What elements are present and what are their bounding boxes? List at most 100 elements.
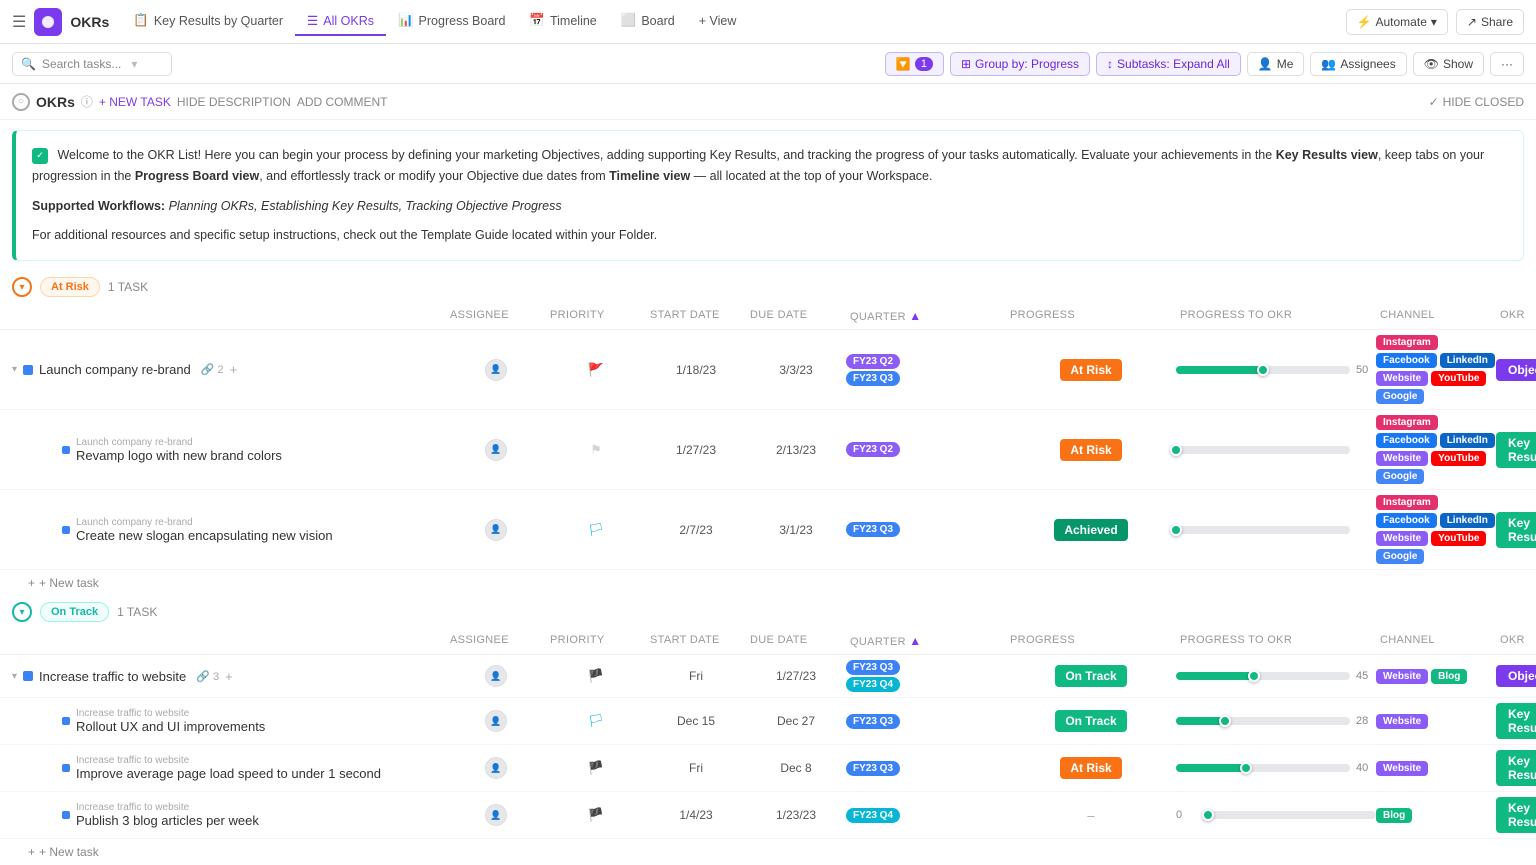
- task-main-name[interactable]: Launch company re-brand: [39, 362, 191, 377]
- status-badge: –: [1087, 808, 1094, 823]
- due-date-cell: 2/13/23: [746, 443, 846, 457]
- priority-icon[interactable]: 🏳: [588, 522, 605, 538]
- okr-type-badge: Objective: [1496, 665, 1536, 687]
- show-icon: 👁: [1424, 57, 1439, 71]
- channel-cell: WebsiteBlog: [1376, 669, 1496, 684]
- tab-add-view[interactable]: + View: [687, 7, 749, 36]
- group-toggle-at-risk[interactable]: ▾: [12, 277, 32, 297]
- menu-icon[interactable]: ☰: [12, 12, 26, 32]
- quarter-cell: FY23 Q3: [846, 522, 1006, 537]
- table-row[interactable]: ▾ Increase traffic to website 🔗 3 + 👤 🏴 …: [0, 655, 1536, 698]
- progress-bar-cell: [1176, 526, 1376, 534]
- progress-cell: Achieved: [1006, 519, 1176, 541]
- hide-description-button[interactable]: HIDE DESCRIPTION: [177, 95, 291, 109]
- add-comment-button[interactable]: ADD COMMENT: [297, 95, 388, 109]
- table-row[interactable]: ▾ Launch company re-brand 🔗 2 + 👤 🚩 1/18…: [0, 330, 1536, 410]
- task-main-name[interactable]: Increase traffic to website: [39, 669, 186, 684]
- task-dot: [62, 446, 70, 454]
- add-subtask-button[interactable]: +: [230, 362, 238, 377]
- assignees-icon: 👥: [1321, 57, 1336, 71]
- priority-icon[interactable]: 🏴: [588, 668, 604, 684]
- add-subtask-button[interactable]: +: [225, 669, 233, 684]
- task-main-name[interactable]: Publish 3 blog articles per week: [76, 813, 259, 828]
- filter-chip[interactable]: 🔽 1: [885, 52, 944, 76]
- progress-bar: [1176, 672, 1350, 680]
- col-start-date: START DATE: [646, 307, 746, 325]
- more-options[interactable]: ···: [1490, 52, 1524, 76]
- add-task-button[interactable]: + + New task: [0, 839, 1536, 865]
- table-row[interactable]: Increase traffic to website Publish 3 bl…: [0, 792, 1536, 839]
- hide-closed-button[interactable]: ✓ HIDE CLOSED: [1429, 95, 1524, 109]
- assignee-cell: 👤: [446, 439, 546, 461]
- me-chip[interactable]: 👤 Me: [1247, 52, 1305, 76]
- priority-cell: ⚑: [546, 442, 646, 458]
- new-task-button[interactable]: + NEW TASK: [99, 95, 171, 109]
- table-row[interactable]: Increase traffic to website Improve aver…: [0, 745, 1536, 792]
- progress-bar: [1202, 811, 1376, 819]
- quarter-badge: FY23 Q2: [846, 442, 900, 457]
- due-date-cell: 1/23/23: [746, 808, 846, 822]
- desc-intro: ✓ Welcome to the OKR List! Here you can …: [32, 145, 1507, 188]
- show-chip[interactable]: 👁 Show: [1413, 52, 1484, 76]
- col-task: [12, 632, 446, 650]
- tab-key-results[interactable]: 📋 Key Results by Quarter: [121, 7, 295, 36]
- task-parent-label: Increase traffic to website: [76, 708, 265, 719]
- quarter-badge: FY23 Q3: [846, 761, 900, 776]
- table-root: ▾ At Risk 1 TASK ASSIGNEE PRIORITY START…: [0, 271, 1536, 865]
- tab-board[interactable]: ⬜ Board: [609, 7, 687, 36]
- col-quarter: QUARTER ▲: [846, 632, 1006, 650]
- desc-template: For additional resources and specific se…: [32, 225, 1507, 246]
- chevron-icon[interactable]: ▾: [12, 671, 17, 682]
- desc-logo-icon: ✓: [32, 148, 48, 164]
- tab-timeline[interactable]: 📅 Timeline: [517, 7, 608, 36]
- assignee-cell: 👤: [446, 359, 546, 381]
- task-main-name[interactable]: Rollout UX and UI improvements: [76, 719, 265, 734]
- col-assignee: ASSIGNEE: [446, 632, 546, 650]
- progress-bar: [1176, 526, 1350, 534]
- search-box[interactable]: 🔍 Search tasks... ▾: [12, 52, 172, 76]
- task-dot: [62, 526, 70, 534]
- task-main-name[interactable]: Revamp logo with new brand colors: [76, 448, 282, 463]
- okr-type-badge: Objective: [1496, 359, 1536, 381]
- channel-cell: InstagramFacebookLinkedInWebsiteYouTubeG…: [1376, 335, 1496, 404]
- add-task-button[interactable]: + + New task: [0, 570, 1536, 596]
- table-row[interactable]: Launch company re-brand Revamp logo with…: [0, 410, 1536, 490]
- task-main-name[interactable]: Create new slogan encapsulating new visi…: [76, 528, 333, 543]
- tab-icon: 📊: [398, 13, 414, 28]
- priority-icon[interactable]: 🏳: [588, 713, 605, 729]
- channel-tag: Google: [1376, 469, 1424, 484]
- progress-bar: [1176, 764, 1350, 772]
- priority-icon[interactable]: ⚑: [590, 442, 602, 458]
- info-icon[interactable]: ⓘ: [81, 93, 93, 110]
- assignee-cell: 👤: [446, 804, 546, 826]
- table-row[interactable]: Increase traffic to website Rollout UX a…: [0, 698, 1536, 745]
- automate-button[interactable]: ⚡ Automate ▾: [1346, 9, 1448, 35]
- subtasks-chip[interactable]: ↕ Subtasks: Expand All: [1096, 52, 1241, 76]
- col-progress: PROGRESS: [1006, 307, 1176, 325]
- tab-icon: ⬜: [621, 13, 637, 28]
- group-toggle-on-track[interactable]: ▾: [12, 602, 32, 622]
- priority-cell: 🏴: [546, 760, 646, 776]
- col-assignee: ASSIGNEE: [446, 307, 546, 325]
- share-button[interactable]: ↗ Share: [1456, 9, 1524, 35]
- task-main-name[interactable]: Improve average page load speed to under…: [76, 766, 381, 781]
- checkmark-icon: ✓: [1429, 95, 1439, 109]
- chevron-icon[interactable]: ▾: [12, 364, 17, 375]
- quarter-badge: FY23 Q4: [846, 808, 900, 823]
- plus-icon: +: [28, 845, 35, 859]
- column-headers: ASSIGNEE PRIORITY START DATE DUE DATE QU…: [0, 303, 1536, 330]
- status-badge: At Risk: [1060, 359, 1121, 381]
- col-due-date: DUE DATE: [746, 307, 846, 325]
- tab-all-okrs[interactable]: ☰ All OKRs: [295, 7, 386, 36]
- assignees-chip[interactable]: 👥 Assignees: [1310, 52, 1406, 76]
- collapse-toggle[interactable]: ○: [12, 93, 30, 111]
- priority-icon[interactable]: 🚩: [588, 362, 604, 378]
- okr-type-badge: Key Results: [1496, 512, 1536, 548]
- tab-progress-board[interactable]: 📊 Progress Board: [386, 7, 517, 36]
- table-row[interactable]: Launch company re-brand Create new sloga…: [0, 490, 1536, 570]
- start-date-cell: Fri: [646, 761, 746, 775]
- priority-icon[interactable]: 🏴: [588, 760, 604, 776]
- due-date-cell: Dec 27: [746, 714, 846, 728]
- group-by-chip[interactable]: ⊞ Group by: Progress: [950, 52, 1090, 76]
- priority-icon[interactable]: 🏴: [588, 807, 604, 823]
